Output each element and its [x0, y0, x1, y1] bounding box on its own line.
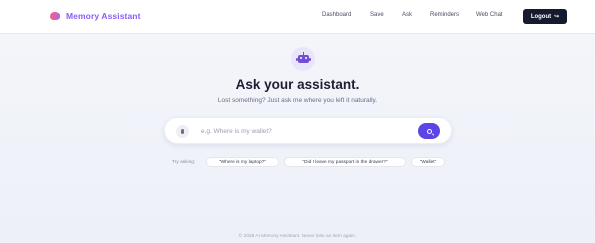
microphone-button[interactable]	[176, 125, 189, 138]
ask-input[interactable]	[201, 125, 411, 138]
nav-item-save[interactable]: Save	[370, 12, 384, 18]
nav-item-web-chat[interactable]: Web Chat	[476, 12, 503, 18]
ask-search-bar	[164, 117, 452, 144]
search-submit-button[interactable]	[418, 123, 440, 139]
suggestion-chip[interactable]: "Where is my laptop?"	[206, 157, 279, 167]
search-icon	[426, 128, 432, 134]
suggestion-chip[interactable]: "Did I leave my passport in the drawer?"	[284, 157, 406, 167]
page-subtitle: Lost something? Just ask me where you le…	[217, 97, 378, 104]
top-navbar: Memory Assistant Dashboard Save Ask Remi…	[0, 0, 595, 34]
brain-icon	[50, 12, 60, 20]
suggestions-label: Try asking:	[172, 160, 196, 165]
robot-icon	[295, 52, 311, 63]
nav-item-ask[interactable]: Ask	[402, 12, 412, 18]
microphone-icon	[181, 129, 184, 134]
footer-text: © 2026 AI Memory Assistant. Never lose a…	[238, 234, 357, 239]
brand[interactable]: Memory Assistant	[50, 11, 141, 21]
assistant-avatar	[291, 47, 315, 71]
logout-button[interactable]: Logout ↪	[523, 9, 567, 24]
page-title: Ask your assistant.	[235, 77, 360, 92]
logout-label: Logout	[530, 13, 552, 20]
nav-item-dashboard[interactable]: Dashboard	[322, 12, 351, 18]
page: Memory Assistant Dashboard Save Ask Remi…	[0, 0, 595, 243]
suggestion-chip[interactable]: "Wallet"	[411, 157, 445, 167]
nav-item-reminders[interactable]: Reminders	[430, 12, 459, 18]
logout-icon: ↪	[554, 14, 560, 20]
brand-name: Memory Assistant	[66, 11, 141, 21]
